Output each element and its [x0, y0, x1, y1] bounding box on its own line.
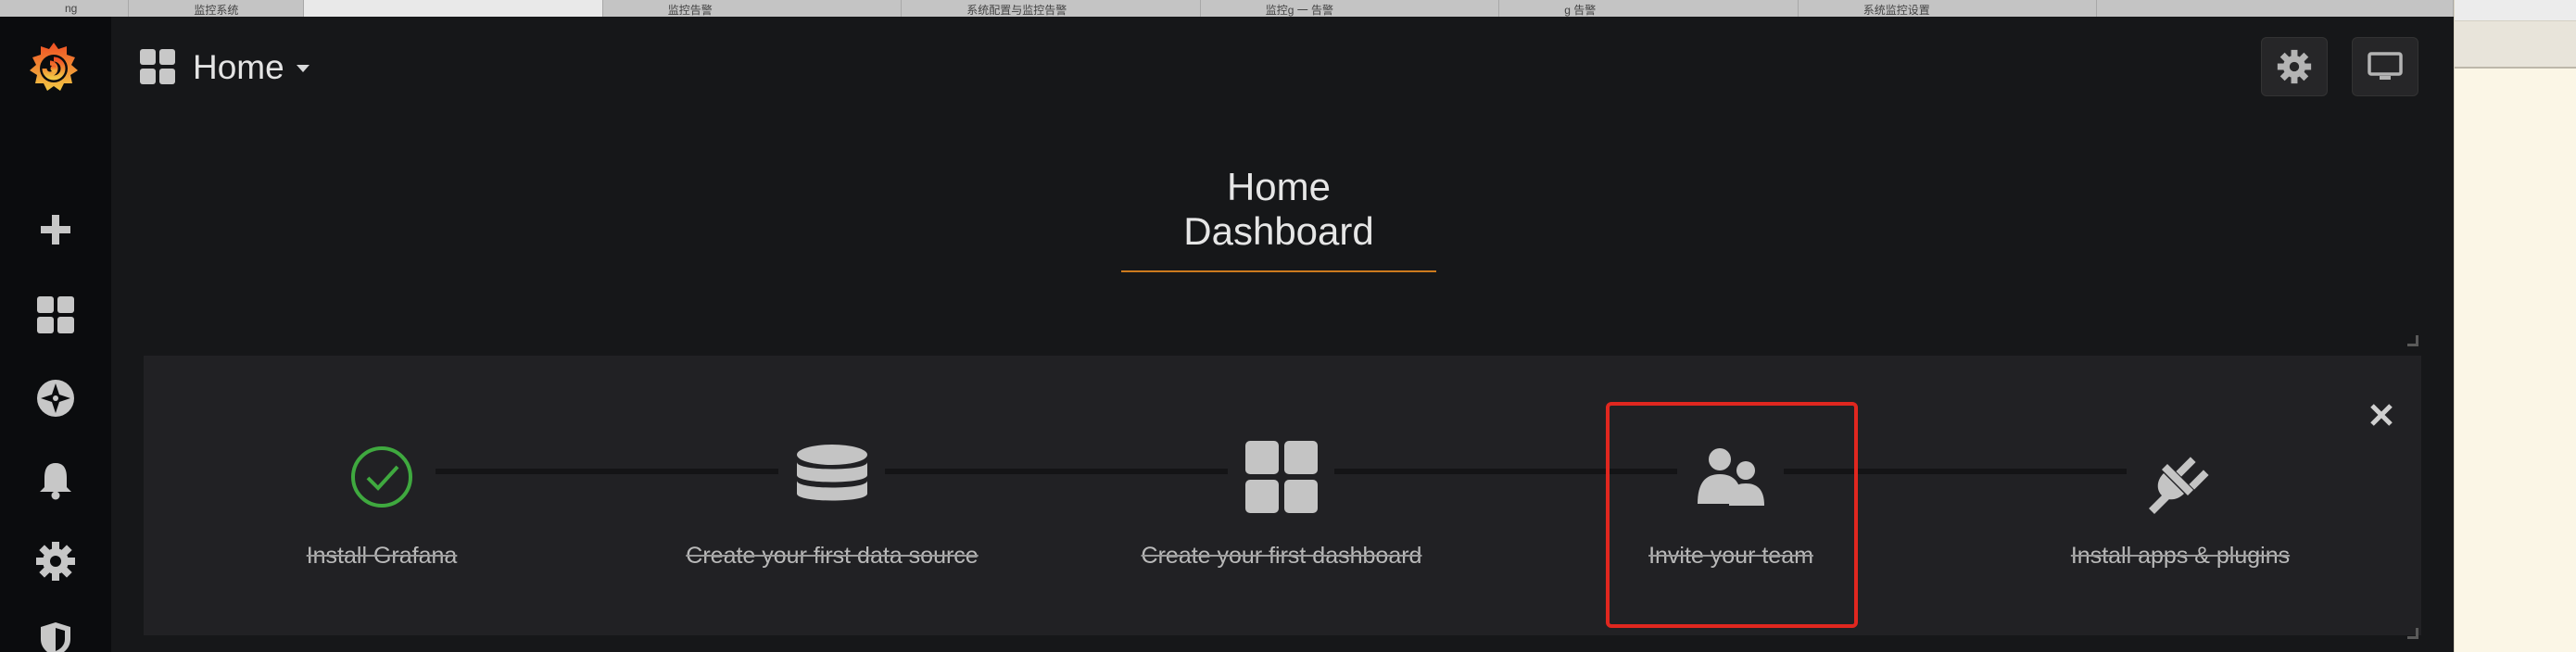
plus-icon[interactable]: [32, 206, 80, 254]
adjacent-window-toolbar: [2455, 20, 2576, 69]
browser-tab[interactable]: 监控系统: [129, 0, 305, 17]
chevron-down-icon[interactable]: [297, 65, 309, 72]
browser-tab[interactable]: [304, 0, 603, 17]
gear-icon[interactable]: [32, 537, 80, 585]
adjacent-window-titlebar: [2455, 0, 2576, 20]
plug-icon: [2149, 457, 2209, 514]
step-create-dashboard[interactable]: Create your first dashboard: [1087, 435, 1476, 570]
sidebar: [0, 17, 111, 652]
browser-tab[interactable]: g 告警: [1499, 0, 1799, 17]
dashboard-grid-icon: [1245, 441, 1318, 513]
explore-compass-icon[interactable]: [32, 374, 80, 422]
step-install-grafana[interactable]: Install Grafana: [187, 435, 576, 570]
dashboards-icon[interactable]: [32, 291, 80, 339]
page-title: Home Dashboard: [1121, 165, 1436, 272]
adjacent-window: [2454, 0, 2576, 652]
step-label: Install Grafana: [306, 543, 458, 569]
grafana-logo-icon[interactable]: [20, 35, 87, 102]
browser-tab[interactable]: 系统配置与监控告警: [902, 0, 1201, 17]
step-install-plugins[interactable]: Install apps & plugins: [1986, 435, 2375, 570]
panel-resize-handle[interactable]: [2407, 335, 2418, 346]
browser-tab[interactable]: 监控g 一 告警: [1200, 0, 1500, 17]
step-label: Create your first dashboard: [1141, 543, 1422, 569]
check-circle-icon: [351, 446, 412, 508]
dashboard-settings-button[interactable]: [2261, 37, 2328, 96]
shield-icon[interactable]: [32, 615, 80, 652]
navbar: Home: [111, 17, 2454, 119]
home-dashboard-panel: Home Dashboard: [1121, 165, 1436, 272]
step-label: Create your first data source: [686, 543, 979, 569]
dashboard-picker-title[interactable]: Home: [193, 48, 284, 87]
bell-icon[interactable]: [32, 456, 80, 504]
highlight-annotation: [1606, 402, 1858, 628]
browser-tab[interactable]: ng: [0, 0, 130, 17]
step-create-data-source[interactable]: Create your first data source: [638, 435, 1027, 570]
database-icon: [797, 445, 867, 501]
monitor-icon: [2368, 52, 2403, 80]
gear-icon: [2277, 49, 2312, 84]
browser-tab-strip: ng 监控系统 监控告警 系统配置与监控告警 监控g 一 告警 g 告警 系统监…: [0, 0, 2454, 17]
step-label: Install apps & plugins: [2070, 543, 2291, 569]
browser-tab[interactable]: [2097, 0, 2454, 17]
cycle-view-mode-button[interactable]: [2352, 37, 2418, 96]
browser-tab[interactable]: 系统监控设置: [1798, 0, 2098, 17]
browser-tab[interactable]: 监控告警: [602, 0, 903, 17]
close-icon[interactable]: [2363, 396, 2400, 433]
panel-resize-handle[interactable]: [2407, 628, 2418, 639]
dashboard-grid-icon: [139, 48, 176, 85]
